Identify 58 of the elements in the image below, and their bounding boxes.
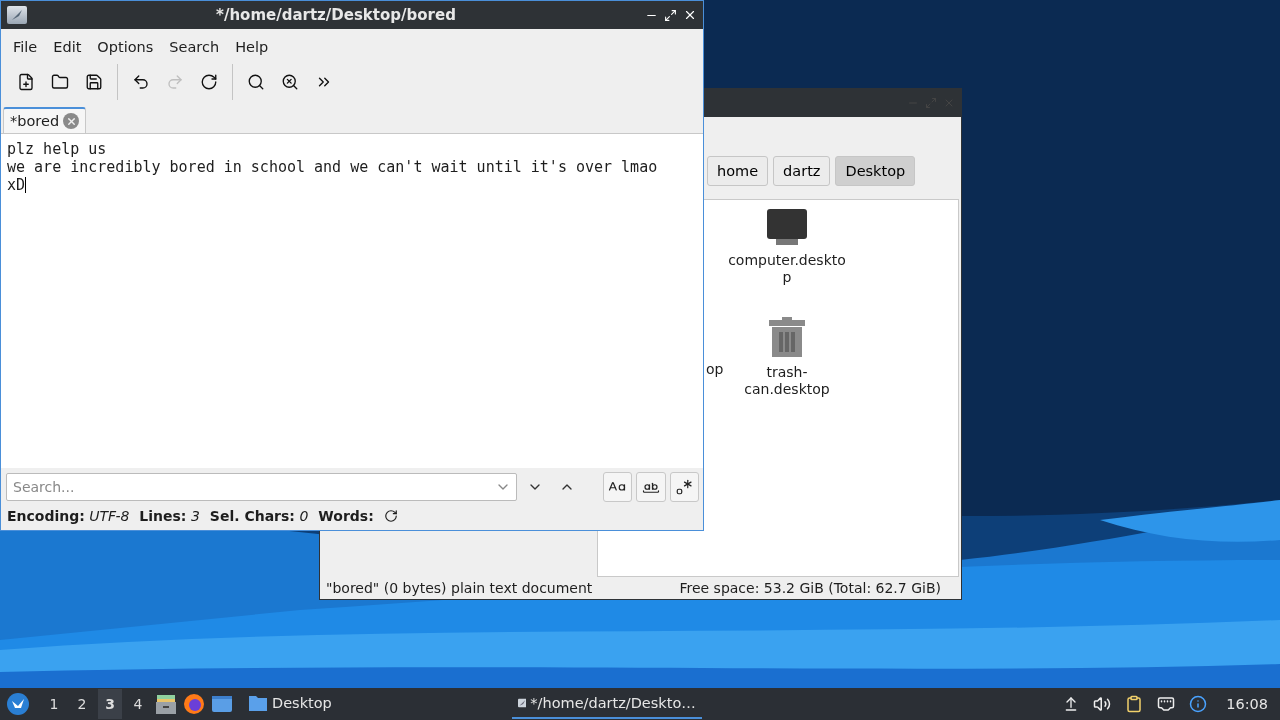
- browser-icon[interactable]: [182, 692, 206, 716]
- save-icon[interactable]: [85, 72, 103, 92]
- folder-icon[interactable]: [51, 72, 69, 92]
- workspace-button[interactable]: 4: [126, 689, 150, 719]
- task-button[interactable]: Desktop: [242, 689, 338, 719]
- start-menu-icon[interactable]: [6, 692, 30, 716]
- notification-icon[interactable]: [1189, 695, 1208, 713]
- workspace-button[interactable]: 2: [70, 689, 94, 719]
- maximize-icon[interactable]: [664, 8, 677, 22]
- file-name: op: [706, 361, 724, 377]
- tab[interactable]: *bored: [3, 107, 87, 133]
- menu-item[interactable]: Search: [161, 37, 228, 57]
- path-button[interactable]: home: [707, 156, 769, 186]
- regex-icon: [675, 478, 694, 496]
- file-info: "bored" (0 bytes) plain text document: [326, 580, 593, 596]
- workspace-button[interactable]: 3: [98, 689, 122, 719]
- undo-icon[interactable]: [132, 72, 150, 92]
- network-icon[interactable]: [1157, 695, 1176, 713]
- status-item: Lines: 3: [139, 508, 200, 524]
- match-case-button[interactable]: [602, 472, 632, 502]
- monitor-icon: [766, 208, 808, 246]
- menu-item[interactable]: Options: [89, 37, 162, 57]
- close-icon[interactable]: [683, 8, 697, 22]
- free-space: Free space: 53.2 GiB (Total: 62.7 GiB): [679, 580, 941, 596]
- menu-item[interactable]: Help: [227, 37, 277, 57]
- new-file-icon[interactable]: [17, 72, 35, 92]
- volume-icon[interactable]: [1093, 695, 1112, 713]
- whole-word-button[interactable]: [636, 472, 666, 502]
- menu-item[interactable]: File: [5, 37, 46, 57]
- file-cabinet-icon[interactable]: [154, 692, 178, 716]
- path-button[interactable]: dartz: [773, 156, 831, 186]
- clock: 16:08: [1226, 696, 1268, 712]
- window-title: */home/dartz/Desktop/bored: [215, 6, 457, 24]
- folder-icon: [248, 694, 268, 712]
- file-name: computer.deskto p: [728, 252, 846, 286]
- text-cursor: [25, 177, 27, 193]
- file-name: trash- can.desktop: [744, 364, 830, 398]
- trash-icon: [768, 316, 806, 358]
- text-line: we are incredibly bored in school and we can't wait until it's over lmao: [7, 158, 658, 176]
- status-item: Sel. Chars: 0: [209, 508, 309, 524]
- text-editor[interactable]: plz help us we are incredibly bored in school and we can't wait until it's over lmao xD: [1, 134, 703, 468]
- path-button[interactable]: Desktop: [835, 156, 916, 186]
- tab-label: *bored: [10, 113, 60, 129]
- refresh-icon[interactable]: [383, 509, 398, 523]
- workspace-button[interactable]: 1: [42, 689, 66, 719]
- search-field[interactable]: Search...: [6, 473, 517, 501]
- reload-icon[interactable]: [200, 72, 218, 92]
- status-item: Words:: [318, 508, 374, 524]
- clipboard-icon[interactable]: [1125, 695, 1144, 713]
- search-icon[interactable]: [247, 72, 265, 92]
- search-cross-icon[interactable]: [281, 72, 299, 92]
- regex-button[interactable]: [669, 472, 699, 502]
- status-item: Encoding: UTF-8: [7, 508, 130, 524]
- app-icon: [7, 6, 27, 24]
- task-button[interactable]: */home/dartz/Deskto…: [511, 689, 702, 719]
- menu-item[interactable]: Edit: [45, 37, 90, 57]
- text-line: xD: [7, 176, 27, 194]
- text-line: plz help us: [7, 140, 107, 158]
